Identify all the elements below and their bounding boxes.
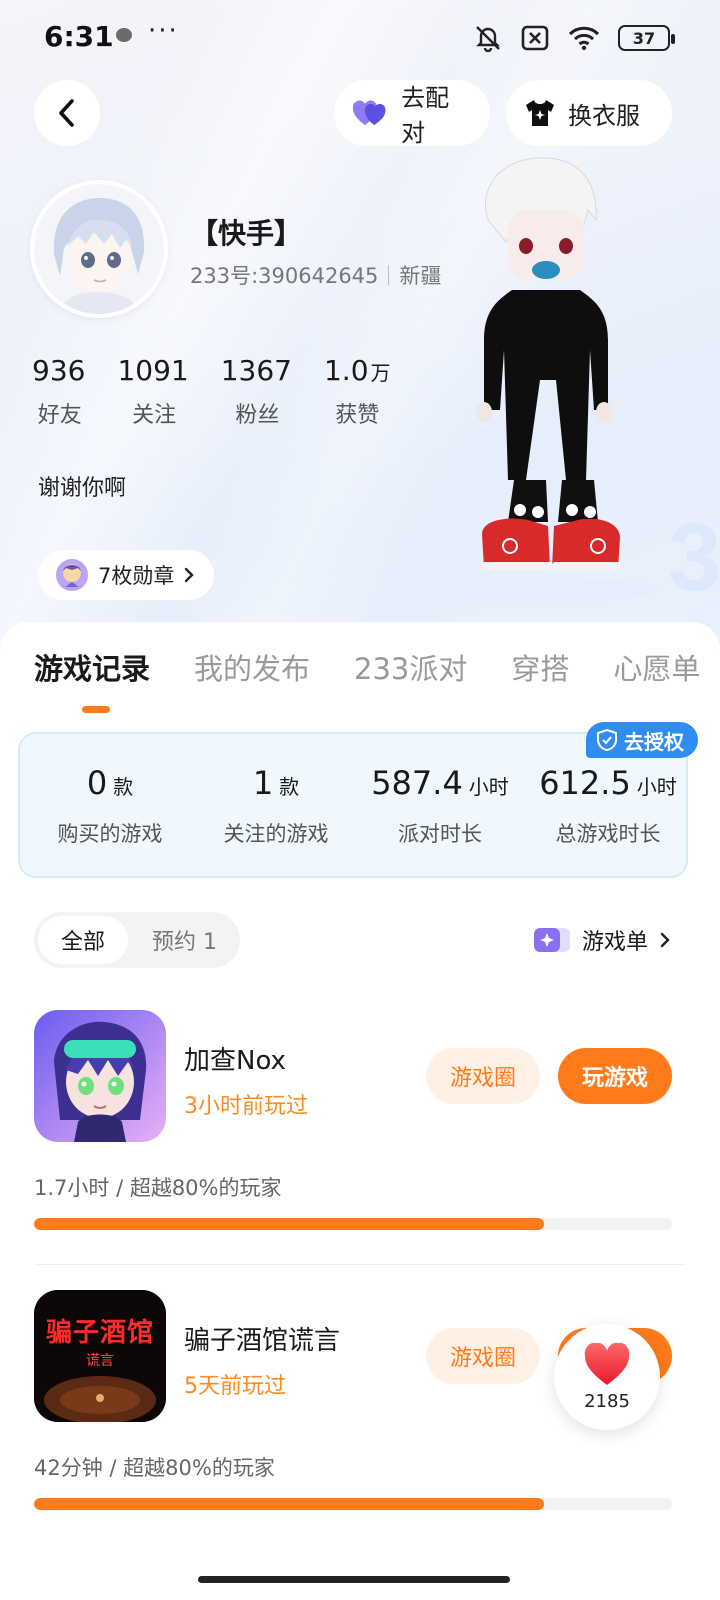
chevron-right-icon [185,567,195,583]
summary-label: 总游戏时长 [555,822,661,846]
content-sheet: 游戏记录 我的发布 233派对 穿搭 心愿单 0款 购买的游戏 1款 关注的游戏… [0,622,720,1600]
stat-label: 关注 [132,403,177,428]
nickname: 【快手】 [190,217,303,250]
tshirt-icon [526,100,554,126]
playtime-progress-track [34,1218,672,1230]
profile-tabs: 游戏记录 我的发布 233派对 穿搭 心愿单 [34,646,700,688]
summary-value: 587.4 小时 [371,764,509,802]
game-icon[interactable] [34,1010,166,1142]
tab-outfits[interactable]: 穿搭 [511,646,569,688]
game-playtime-stat: 42分钟 / 超越80%的玩家 [34,1456,275,1480]
tab-wishlist[interactable]: 心愿单 [613,646,700,688]
battery-icon: 37 [618,25,675,51]
tab-game-records[interactable]: 游戏记录 [34,646,150,688]
divider [388,265,390,285]
summary-value: 0款 [86,764,134,802]
stat-value: 936 [32,354,86,387]
summary-value: 612.5 小时 [539,764,677,802]
game-name: 骗子酒馆谎言 [184,1326,341,1356]
medals-label: 7枚勋章 [98,564,175,588]
pair-label: 去配对 [401,84,450,147]
more-notifications-icon: ··· [148,16,179,46]
summary-label: 派对时长 [398,822,482,846]
sparkle-card-icon [533,928,570,952]
summary-value: 1款 [252,764,300,802]
game-icon[interactable]: 骗子酒馆 谎言 [34,1290,166,1422]
stat-value: 1091 [117,354,189,387]
authorize-label: 去授权 [624,729,684,754]
game-last-played: 3小时前玩过 [184,1094,308,1119]
liars-bar-icon-title: 骗子酒馆 [45,1318,154,1348]
summary-label: 关注的游戏 [223,822,329,846]
shield-check-icon [597,728,617,752]
play-game-button[interactable]: 玩游戏 [558,1048,672,1104]
notification-app-icon [116,28,132,42]
chevron-left-icon [59,99,74,127]
stat-likes[interactable]: 1.0 万 获赞 [324,354,391,429]
no-sim-icon [521,25,549,51]
uid-row: 233号:390642645 新疆 [190,260,441,290]
stat-value: 1.0 万 [323,354,391,387]
home-indicator[interactable] [198,1576,510,1583]
liars-bar-icon-subtitle: 谎言 [86,1353,114,1369]
summary-purchased: 0款 购买的游戏 [30,764,190,848]
decorative-233-watermark: 3 [668,504,718,610]
stat-friends[interactable]: 936 好友 [32,354,87,429]
playtime-progress-fill [34,1498,545,1510]
summary-label: 购买的游戏 [57,822,163,846]
mute-bell-icon [476,26,500,52]
like-button[interactable]: 2185 [554,1324,660,1430]
filter-reserved[interactable]: 预约 1 [152,924,217,956]
chevron-right-icon [660,932,670,948]
game-filter: 全部 预约 1 [34,912,240,968]
profile-stats: 936 好友 1091 关注 1367 粉丝 1.0 万 获赞 [32,354,391,429]
tab-233-party[interactable]: 233派对 [354,646,467,688]
authorize-button[interactable]: 去授权 [586,722,698,758]
game-list-link[interactable]: 游戏单 [532,924,672,956]
medals-button[interactable]: 7枚勋章 [38,550,215,600]
stat-followers[interactable]: 1367 粉丝 [221,354,294,429]
summary-followed: 1款 关注的游戏 [196,764,356,848]
change-outfit-label: 换衣服 [568,101,640,130]
medal-icon [56,559,88,591]
wifi-icon [568,26,600,51]
game-playtime-stat: 1.7小时 / 超越80%的玩家 [34,1176,282,1200]
like-count: 2185 [584,1390,630,1412]
avatar[interactable] [30,180,168,318]
game-circle-button[interactable]: 游戏圈 [426,1048,540,1104]
summary-total-time: 612.5 小时 总游戏时长 [528,764,688,848]
game-last-played: 5天前玩过 [184,1374,286,1399]
pair-button[interactable]: 去配对 [334,80,490,147]
stat-value: 1367 [220,354,292,387]
user-region: 新疆 [399,264,442,288]
stat-label: 粉丝 [235,403,280,428]
stat-label: 好友 [37,403,82,428]
back-button[interactable] [34,80,100,146]
change-outfit-button[interactable]: 换衣服 [506,80,672,146]
anime-avatar-image [34,184,164,314]
tab-my-posts[interactable]: 我的发布 [194,646,310,688]
character-3d-avatar[interactable]: 3 [448,150,718,610]
user-id: 233号:390642645 [190,264,379,288]
heart-icon [584,1342,630,1385]
game-name: 加查Nox [184,1046,286,1076]
profile-bio: 谢谢你啊 [38,476,127,501]
status-time: 6:31 [44,20,114,53]
playtime-progress-fill [34,1218,545,1230]
double-heart-icon [352,100,386,126]
summary-party-time: 587.4 小时 派对时长 [360,764,520,848]
stat-label: 获赞 [335,403,380,428]
status-bar: 6:31 ··· 37 [0,0,720,76]
divider [34,1264,686,1265]
active-tab-indicator [82,706,110,713]
playtime-progress-track [34,1498,672,1510]
stat-following[interactable]: 1091 关注 [117,354,190,429]
game-circle-button[interactable]: 游戏圈 [426,1328,540,1384]
game-list-label: 游戏单 [581,930,648,955]
filter-all[interactable]: 全部 [38,916,128,964]
gacha-nox-icon [34,1010,166,1142]
